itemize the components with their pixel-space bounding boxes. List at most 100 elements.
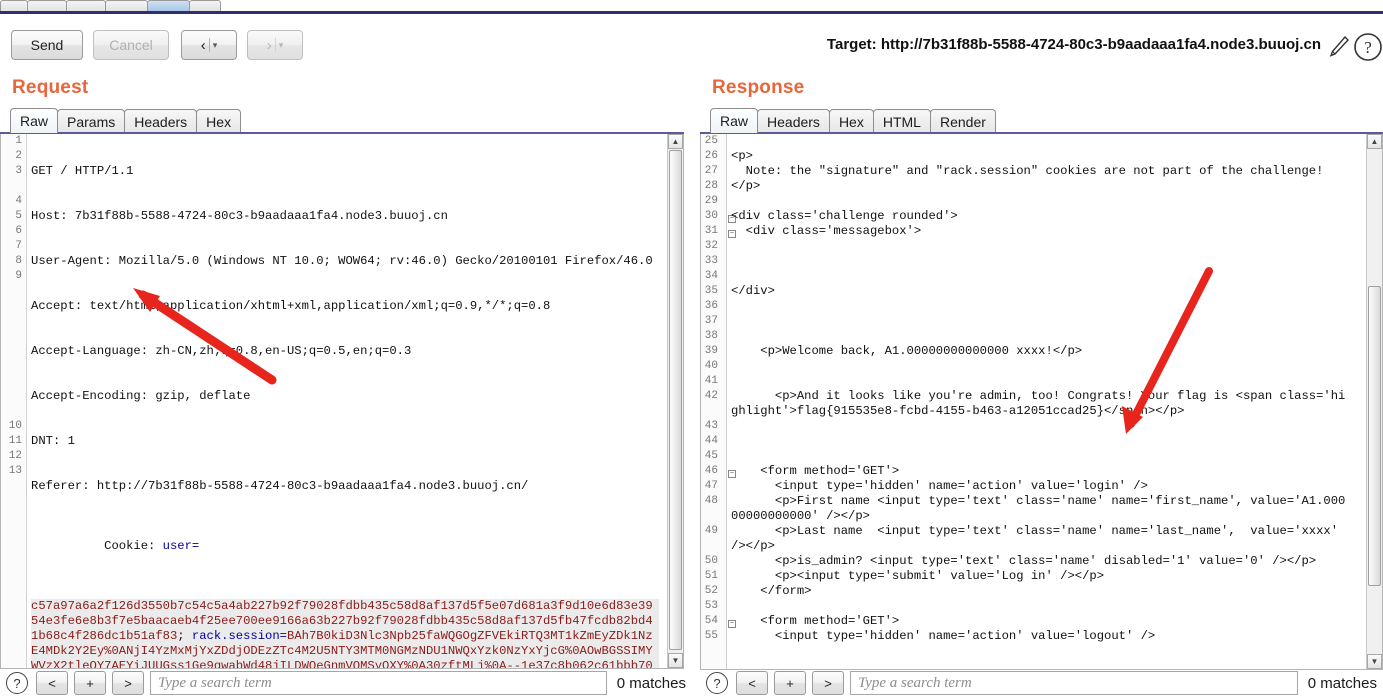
line-number: 39 (704, 345, 718, 357)
history-back-button[interactable]: ‹ ▾ (181, 30, 237, 60)
request-code[interactable]: GET / HTTP/1.1 Host: 7b31f88b-5588-4724-… (31, 134, 659, 668)
find-help-icon[interactable]: ? (6, 672, 28, 694)
request-tab-raw[interactable]: Raw (10, 108, 59, 133)
find-add-label: + (86, 675, 94, 691)
code-line: </form> (731, 584, 812, 598)
main-tab-strip[interactable] (0, 0, 1383, 11)
main-tab-2[interactable] (27, 0, 67, 11)
line-number: 33 (704, 255, 718, 267)
request-editor[interactable]: 1 2 3 4 5 6 7 8 9 10 11 12 13 GET / HTTP… (0, 134, 684, 669)
line-number: 32 (704, 240, 718, 252)
line-number: 35 (704, 285, 718, 297)
line-number: 13 (8, 465, 22, 477)
response-code[interactable]: <p> Note: the "signature" and "rack.sess… (731, 134, 1351, 644)
scroll-up-icon[interactable]: ▲ (1367, 134, 1382, 149)
line-number: 51 (704, 570, 718, 582)
line-number: 36 (704, 300, 718, 312)
code-line: <div class='challenge rounded'> (731, 209, 958, 223)
line-number: 54 (704, 615, 718, 627)
find-input[interactable]: Type a search term (150, 671, 607, 695)
target-display: Target: http://7b31f88b-5588-4724-80c3-b… (827, 36, 1321, 53)
tab-label: Render (939, 113, 986, 130)
line-number: 48 (704, 495, 718, 507)
scroll-down-icon[interactable]: ▼ (1367, 654, 1382, 669)
scrollbar-thumb[interactable] (1368, 286, 1381, 586)
code-line: <p><input type='submit' value='Log in' /… (731, 569, 1105, 583)
scrollbar-thumb[interactable] (669, 150, 682, 650)
code-line: <p>is_admin? <input type='text' class='n… (731, 554, 1317, 568)
find-prev-button[interactable]: < (36, 671, 68, 695)
chevron-down-icon: ▾ (212, 39, 218, 50)
send-button-label: Send (30, 37, 64, 53)
code-line-cookie-value: c57a97a6a2f126d3550b7c54c5a4ab227b92f790… (31, 599, 659, 668)
response-line-numbers: 25 26 27 28 29 30−31−32 33 34 35 36 37 38 39 40 41 42 43… (701, 134, 736, 669)
main-tab-repeater[interactable] (147, 0, 190, 11)
find-add-button[interactable]: + (774, 671, 806, 695)
scroll-down-icon[interactable]: ▼ (668, 653, 683, 668)
main-tab-3[interactable] (66, 0, 106, 11)
response-tab-raw[interactable]: Raw (710, 108, 759, 133)
code-line: <p>Welcome back, A1.00000000000000 xxxx!… (731, 344, 1083, 358)
request-tab-hex[interactable]: Hex (196, 109, 242, 133)
chevron-left-icon: ‹ (200, 36, 206, 54)
line-number: 37 (704, 315, 718, 327)
request-tab-headers[interactable]: Headers (124, 109, 198, 133)
code-line: User-Agent: Mozilla/5.0 (Windows NT 10.0… (31, 254, 653, 268)
find-help-icon[interactable]: ? (706, 672, 728, 694)
line-number: 11 (8, 435, 22, 447)
find-input[interactable]: Type a search term (850, 671, 1298, 695)
line-number: 34 (704, 270, 718, 282)
response-tab-hex[interactable]: Hex (828, 109, 874, 133)
line-number: 28 (704, 180, 718, 192)
line-number: 41 (704, 375, 718, 387)
line-number: 29 (704, 195, 718, 207)
line-number (1, 179, 26, 194)
response-tab-html[interactable]: HTML (872, 109, 931, 133)
scroll-up-icon[interactable]: ▲ (668, 134, 683, 149)
request-tab-params[interactable]: Params (57, 109, 126, 133)
response-tab-headers[interactable]: Headers (757, 109, 830, 133)
cancel-button[interactable]: Cancel (93, 30, 169, 60)
line-number: 27 (704, 165, 718, 177)
pencil-icon[interactable] (1327, 34, 1351, 60)
line-number: 42 (704, 390, 718, 402)
response-editor[interactable]: 25 26 27 28 29 30−31−32 33 34 35 36 37 38 39 40 41 42 43… (700, 134, 1383, 670)
line-number: 50 (704, 555, 718, 567)
code-line: <p> (731, 149, 753, 163)
code-line: </p> (731, 179, 761, 193)
tab-label: Headers (767, 113, 820, 130)
line-number: 53 (704, 600, 718, 612)
line-number: 7 (15, 240, 22, 252)
history-forward-button[interactable]: › ▾ (247, 30, 303, 60)
line-number: 40 (704, 360, 718, 372)
main-tab-4[interactable] (105, 0, 148, 11)
request-line-numbers: 1 2 3 4 5 6 7 8 9 10 11 12 13 (1, 134, 27, 668)
chevron-down-icon: ▾ (278, 39, 284, 50)
cookie-separator: ; (177, 629, 192, 643)
send-button[interactable]: Send (11, 30, 83, 60)
code-line: <p>And it looks like you're admin, too! … (731, 389, 1346, 418)
line-number: 43 (704, 420, 718, 432)
tab-label: Headers (134, 113, 188, 130)
find-next-button[interactable]: > (812, 671, 844, 695)
find-next-button[interactable]: > (112, 671, 144, 695)
main-tab-1[interactable] (0, 0, 28, 11)
main-tab-6[interactable] (189, 0, 221, 11)
line-number: 5 (15, 210, 22, 222)
response-vertical-scrollbar[interactable]: ▲ ▼ (1366, 134, 1382, 669)
find-add-button[interactable]: + (74, 671, 106, 695)
request-vertical-scrollbar[interactable]: ▲ ▼ (667, 134, 683, 668)
code-line: Note: the "signature" and "rack.session"… (731, 164, 1324, 178)
find-prev-button[interactable]: < (736, 671, 768, 695)
help-icon[interactable]: ? (1353, 32, 1383, 62)
response-tab-render[interactable]: Render (929, 109, 996, 133)
line-number: 52 (704, 585, 718, 597)
line-number: 8 (15, 255, 22, 267)
